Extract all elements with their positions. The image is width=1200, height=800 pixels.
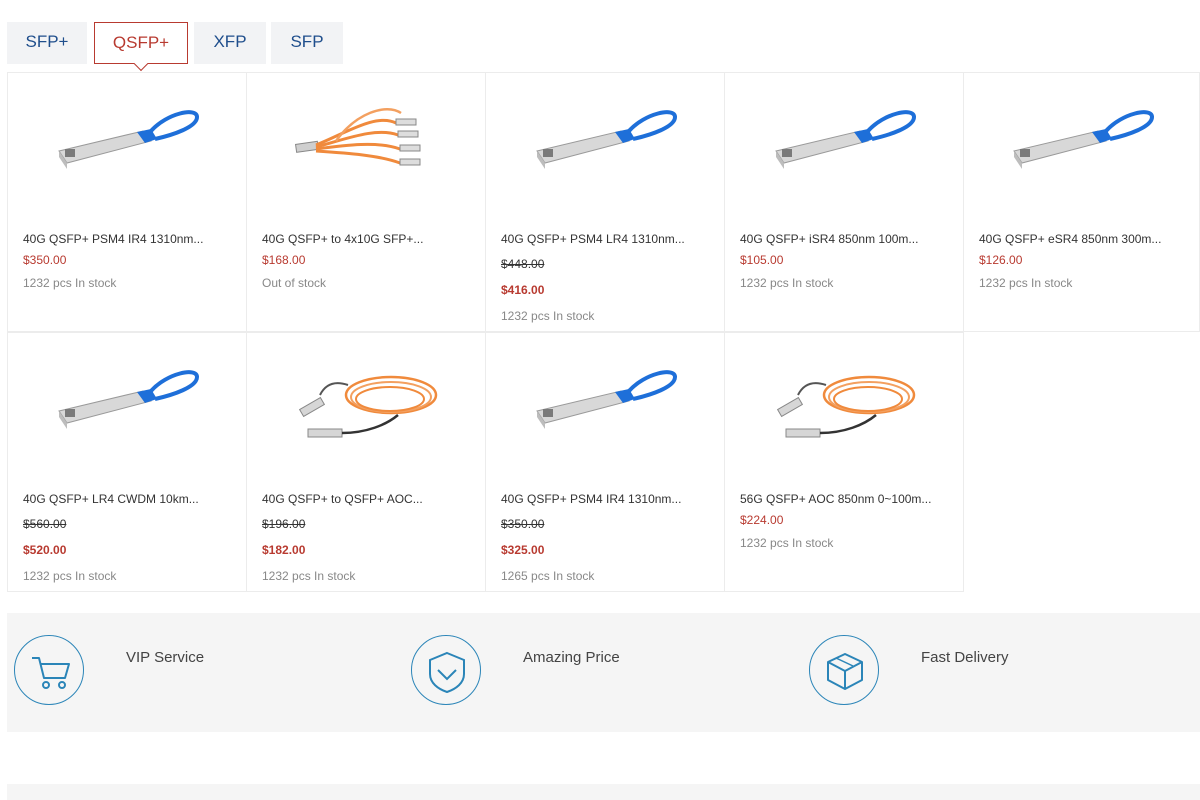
- stock-status: 1232 pcs In stock: [501, 309, 595, 323]
- delivery-box-icon: [809, 635, 879, 705]
- product-image[interactable]: [964, 73, 1199, 223]
- sale-price: $182.00: [262, 543, 306, 557]
- original-price: $196.00: [262, 517, 306, 531]
- product-card[interactable]: 40G QSFP+ iSR4 850nm 100m... $105.00 123…: [724, 72, 964, 332]
- product-price: $126.00: [979, 253, 1023, 267]
- product-image[interactable]: [8, 73, 246, 223]
- aoc-cable-image: [776, 375, 916, 438]
- feature-label: VIP Service: [126, 649, 205, 666]
- tab-qsfp-plus[interactable]: QSFP+: [94, 22, 188, 64]
- product-card[interactable]: 40G QSFP+ PSM4 LR4 1310nm... $448.00 $41…: [485, 72, 725, 332]
- stock-status: 1232 pcs In stock: [979, 276, 1073, 290]
- product-name[interactable]: 40G QSFP+ to 4x10G SFP+...: [262, 232, 423, 246]
- product-name[interactable]: 40G QSFP+ PSM4 IR4 1310nm...: [501, 492, 681, 506]
- feature-label: Fast Delivery: [921, 649, 1009, 666]
- original-price: $448.00: [501, 257, 545, 271]
- sale-price: $416.00: [501, 283, 545, 297]
- product-image[interactable]: [247, 73, 485, 223]
- original-price: $350.00: [501, 517, 545, 531]
- tab-xfp[interactable]: XFP: [194, 22, 266, 64]
- product-name[interactable]: 40G QSFP+ PSM4 IR4 1310nm...: [23, 232, 203, 246]
- stock-status: 1232 pcs In stock: [262, 569, 356, 583]
- product-price: $168.00: [262, 253, 306, 267]
- price-shield-icon: [411, 635, 481, 705]
- aoc-cable-image: [298, 375, 438, 438]
- product-price: $224.00: [740, 513, 784, 527]
- features-bar: VIP Service Amazing Price Fast Delivery: [7, 613, 1200, 732]
- stock-status: 1265 pcs In stock: [501, 569, 595, 583]
- product-image[interactable]: [486, 73, 724, 223]
- sale-price: $325.00: [501, 543, 545, 557]
- product-name[interactable]: 40G QSFP+ LR4 CWDM 10km...: [23, 492, 199, 506]
- product-name[interactable]: 40G QSFP+ eSR4 850nm 300m...: [979, 232, 1161, 246]
- product-image[interactable]: [247, 333, 485, 483]
- transceiver-image: [1012, 110, 1154, 169]
- product-card[interactable]: 40G QSFP+ to QSFP+ AOC... $196.00 $182.0…: [246, 332, 486, 592]
- product-image[interactable]: [725, 73, 963, 223]
- tab-sfp-plus[interactable]: SFP+: [7, 22, 87, 64]
- product-price: $105.00: [740, 253, 784, 267]
- product-name[interactable]: 56G QSFP+ AOC 850nm 0~100m...: [740, 492, 931, 506]
- product-name[interactable]: 40G QSFP+ PSM4 LR4 1310nm...: [501, 232, 685, 246]
- stock-status: 1232 pcs In stock: [740, 276, 834, 290]
- shopping-cart-icon: [14, 635, 84, 705]
- breakout-cable-image: [294, 108, 421, 166]
- product-card[interactable]: 56G QSFP+ AOC 850nm 0~100m... $224.00 12…: [724, 332, 964, 592]
- product-card[interactable]: 40G QSFP+ PSM4 IR4 1310nm... $350.00 $32…: [485, 332, 725, 592]
- feature-label: Amazing Price: [523, 649, 620, 666]
- product-price: $350.00: [23, 253, 67, 267]
- transceiver-image: [775, 110, 917, 169]
- transceiver-image: [536, 370, 678, 429]
- product-card[interactable]: 40G QSFP+ LR4 CWDM 10km... $560.00 $520.…: [7, 332, 247, 592]
- product-image[interactable]: [8, 333, 246, 483]
- stock-status: 1232 pcs In stock: [740, 536, 834, 550]
- product-image[interactable]: [725, 333, 963, 483]
- product-card[interactable]: 40G QSFP+ PSM4 IR4 1310nm... $350.00 123…: [7, 72, 247, 332]
- transceiver-image: [58, 370, 200, 429]
- tab-sfp[interactable]: SFP: [271, 22, 343, 64]
- product-name[interactable]: 40G QSFP+ to QSFP+ AOC...: [262, 492, 423, 506]
- stock-status: 1232 pcs In stock: [23, 276, 117, 290]
- footer-strip: [7, 784, 1200, 800]
- stock-status: Out of stock: [262, 276, 327, 290]
- transceiver-image: [58, 110, 200, 169]
- product-grid: 40G QSFP+ PSM4 IR4 1310nm... $350.00 123…: [7, 72, 1200, 592]
- stock-status: 1232 pcs In stock: [23, 569, 117, 583]
- sale-price: $520.00: [23, 543, 67, 557]
- original-price: $560.00: [23, 517, 67, 531]
- product-card[interactable]: 40G QSFP+ eSR4 850nm 300m... $126.00 123…: [963, 72, 1200, 332]
- transceiver-image: [536, 110, 678, 169]
- product-name[interactable]: 40G QSFP+ iSR4 850nm 100m...: [740, 232, 918, 246]
- product-image[interactable]: [486, 333, 724, 483]
- product-card[interactable]: 40G QSFP+ to 4x10G SFP+... $168.00 Out o…: [246, 72, 486, 332]
